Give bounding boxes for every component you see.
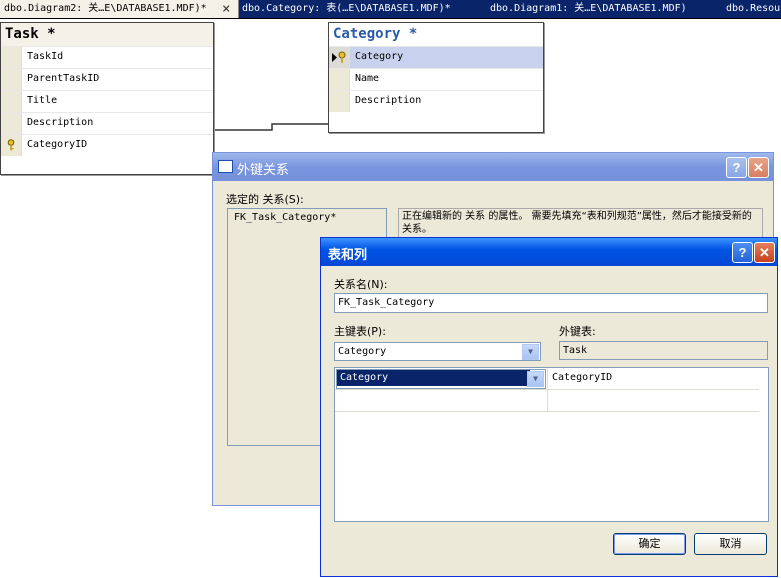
task-table-title: Task *	[1, 23, 213, 46]
table-row[interactable]: Category	[329, 46, 543, 68]
tab-resource[interactable]: dbo.Resou	[722, 0, 781, 18]
column-name: ParentTaskID	[27, 73, 100, 84]
relationship-description: 正在编辑新的 关系 的属性。 需要先填充“表和列规范”属性，然后才能接受新的 关…	[398, 208, 763, 238]
column-name: Description	[27, 117, 94, 128]
document-tab-strip: dbo.Diagram2: 关…E\DATABASE1.MDF)* × dbo.…	[0, 0, 781, 19]
category-table-title: Category *	[329, 23, 543, 46]
grid-filler	[759, 367, 769, 522]
column-name: Title	[27, 95, 58, 106]
dialog-title: 外键关系	[237, 162, 290, 177]
table-row[interactable]: Description	[1, 112, 213, 134]
row-selector[interactable]	[1, 47, 22, 68]
foreign-key-table-field: Task	[559, 341, 768, 360]
primary-key-table-label: 主键表(P):	[334, 325, 386, 338]
selected-relationships-label: 选定的 关系(S):	[226, 193, 304, 206]
dialog-titlebar[interactable]: 表和列 ? ✕	[321, 238, 777, 266]
column-mapping-grid[interactable]: Category ▼ CategoryID	[334, 367, 761, 522]
row-selector[interactable]	[1, 69, 22, 90]
fk-column-cell[interactable]: CategoryID	[548, 368, 760, 390]
tab-category[interactable]: dbo.Category: 表(…E\DATABASE1.MDF)*	[238, 0, 455, 18]
table-row[interactable]: CategoryID	[1, 134, 213, 156]
tab-label: dbo.Diagram1: 关…E\DATABASE1.MDF)	[490, 3, 687, 14]
primary-key-table-select[interactable]: Category ▼	[334, 342, 541, 361]
row-selector[interactable]	[329, 91, 350, 112]
table-row[interactable]: Title	[1, 90, 213, 112]
tab-diagram2[interactable]: dbo.Diagram2: 关…E\DATABASE1.MDF)*	[0, 0, 239, 18]
pk-column-cell[interactable]	[335, 390, 548, 412]
list-item[interactable]: FK_Task_Category*	[228, 209, 386, 226]
category-table[interactable]: Category * Category Name Description	[328, 22, 544, 133]
foreign-key-table-label: 外键表:	[559, 325, 596, 338]
tab-label: dbo.Resou	[726, 3, 781, 14]
help-button[interactable]: ?	[726, 157, 747, 178]
arrow-key-icon	[332, 51, 346, 63]
row-selector[interactable]	[329, 47, 350, 68]
table-row[interactable]: Category ▼	[335, 368, 548, 390]
relation-name-label: 关系名(N):	[334, 278, 388, 291]
chevron-down-icon[interactable]: ▼	[527, 371, 544, 387]
window-icon	[218, 160, 233, 173]
select-value: Category	[337, 370, 530, 386]
row-selector[interactable]	[1, 135, 22, 156]
key-icon	[7, 139, 15, 151]
tables-and-columns-dialog[interactable]: 表和列 ? ✕ 关系名(N): FK_Task_Category 主键表(P):…	[320, 237, 778, 577]
tab-diagram1[interactable]: dbo.Diagram1: 关…E\DATABASE1.MDF)	[486, 0, 691, 18]
close-tab-icon[interactable]: ×	[222, 0, 230, 18]
dialog-title: 表和列	[328, 247, 368, 262]
row-selector[interactable]	[329, 69, 350, 90]
close-button[interactable]: ✕	[748, 157, 769, 178]
column-name: Name	[355, 73, 380, 84]
close-button[interactable]: ✕	[754, 242, 775, 263]
select-value: Category	[338, 346, 387, 357]
row-selector[interactable]	[1, 91, 22, 112]
column-name: Description	[355, 95, 422, 106]
table-row[interactable]: Name	[329, 68, 543, 90]
column-name: Category	[355, 51, 404, 62]
chevron-down-icon[interactable]: ▼	[522, 344, 539, 360]
relation-name-input[interactable]: FK_Task_Category	[334, 293, 768, 313]
ok-button[interactable]: 确定	[613, 533, 686, 555]
help-button[interactable]: ?	[732, 242, 753, 263]
fk-column-cell[interactable]	[548, 390, 760, 412]
table-row[interactable]: TaskId	[1, 46, 213, 68]
task-table[interactable]: Task * TaskId ParentTaskID Title Descrip…	[0, 22, 214, 175]
column-name: CategoryID	[27, 139, 88, 150]
relationship-connector[interactable]	[210, 120, 335, 134]
column-name: TaskId	[27, 51, 64, 62]
table-row[interactable]: ParentTaskID	[1, 68, 213, 90]
dialog-titlebar[interactable]: 外键关系 ? ✕	[213, 153, 773, 181]
row-selector[interactable]	[1, 113, 22, 134]
tab-label: dbo.Diagram2: 关…E\DATABASE1.MDF)*	[4, 3, 207, 14]
pk-column-select[interactable]: Category ▼	[336, 369, 546, 389]
tab-label: dbo.Category: 表(…E\DATABASE1.MDF)*	[242, 3, 451, 14]
cancel-button[interactable]: 取消	[694, 533, 767, 555]
table-row[interactable]: Description	[329, 90, 543, 112]
